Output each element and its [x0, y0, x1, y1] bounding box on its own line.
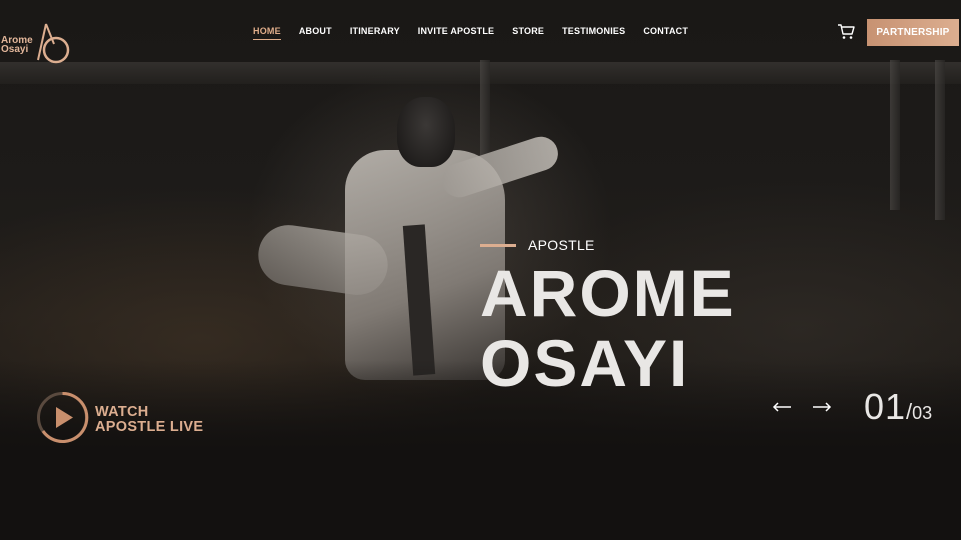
- play-icon: [37, 391, 89, 443]
- logo-mark-icon: [37, 23, 70, 64]
- arrow-right-icon[interactable]: [811, 398, 833, 416]
- site-logo[interactable]: Arome Osayi: [0, 12, 72, 64]
- watch-live-label: WATCH APOSTLE LIVE: [95, 405, 203, 435]
- nav-item-home[interactable]: HOME: [253, 26, 281, 40]
- watch-live-line2: APOSTLE LIVE: [95, 419, 204, 435]
- hero-eyebrow: APOSTLE: [528, 237, 595, 253]
- nav-item-invite-apostle[interactable]: INVITE APOSTLE: [418, 26, 494, 40]
- watch-live-line1: WATCH: [95, 404, 149, 420]
- nav-item-store[interactable]: STORE: [512, 26, 544, 40]
- main-nav: HOME ABOUT ITINERARY INVITE APOSTLE STOR…: [253, 26, 688, 40]
- stage-pillar: [890, 60, 900, 210]
- slide-current: 01: [864, 386, 907, 427]
- hero-title-line1: AROME: [480, 256, 736, 330]
- logo-text: Arome Osayi: [1, 36, 33, 55]
- stage-pillar: [935, 60, 945, 220]
- watch-live-button[interactable]: WATCH APOSTLE LIVE: [35, 390, 205, 445]
- slide-total: 03: [912, 403, 933, 423]
- nav-item-itinerary[interactable]: ITINERARY: [350, 26, 400, 40]
- logo-line2: Osayi: [1, 44, 29, 55]
- cart-icon[interactable]: [837, 24, 855, 40]
- nav-item-contact[interactable]: CONTACT: [643, 26, 688, 40]
- hero-title-line2: OSAYI: [480, 326, 690, 400]
- arrow-left-icon[interactable]: [771, 398, 793, 416]
- partnership-button[interactable]: PARTNERSHIP: [867, 19, 959, 46]
- slide-counter: 01/03: [864, 386, 932, 428]
- hero-photo-figure: [397, 97, 455, 167]
- eyebrow-accent-line: [480, 244, 516, 247]
- nav-item-testimonies[interactable]: TESTIMONIES: [562, 26, 625, 40]
- nav-item-about[interactable]: ABOUT: [299, 26, 332, 40]
